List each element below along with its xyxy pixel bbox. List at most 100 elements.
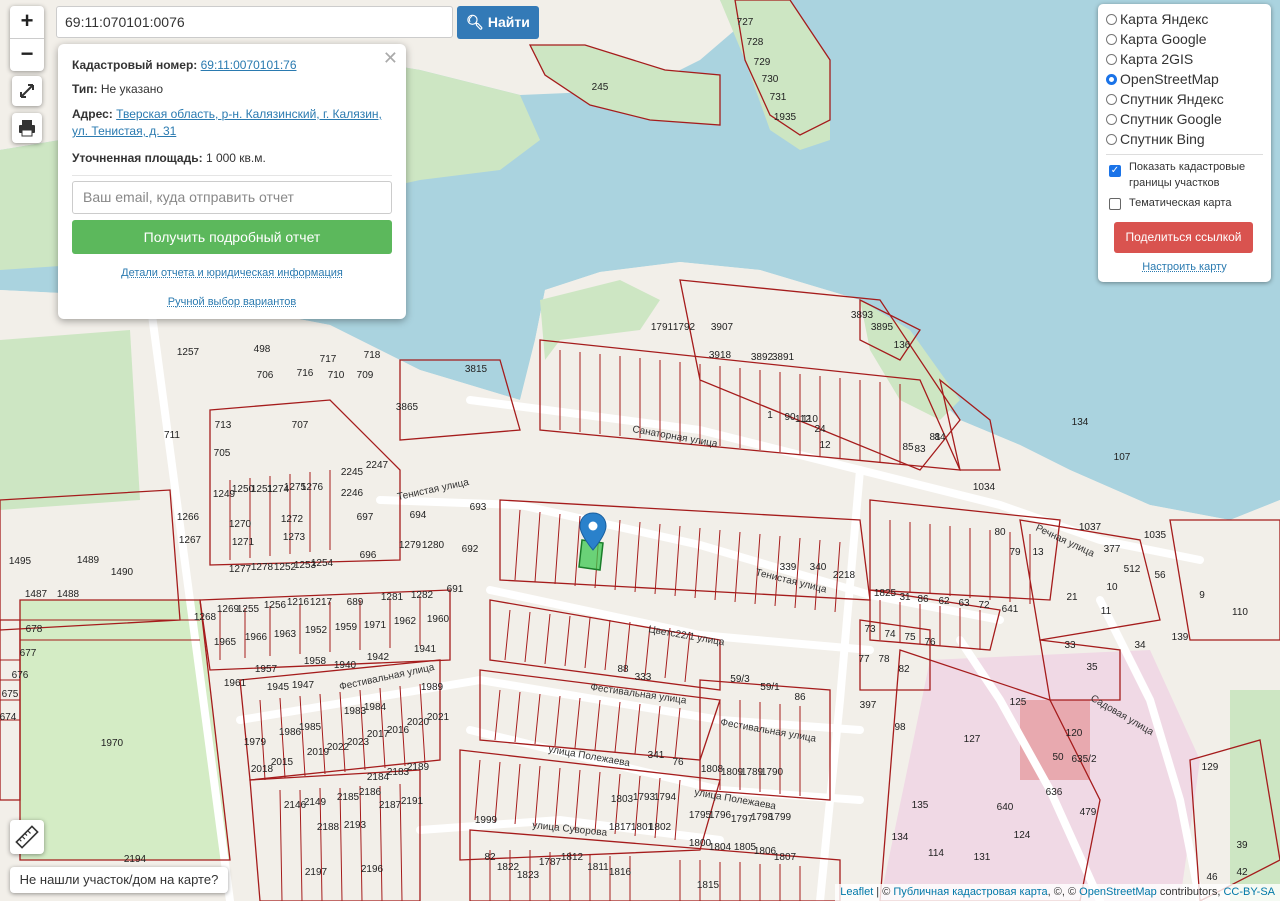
parcel-number: 635/2	[1071, 754, 1096, 765]
parcel-number: 1279	[399, 540, 422, 551]
parcel-number: 730	[762, 74, 779, 85]
parcel-number: 1489	[77, 555, 100, 566]
layer-option-google-satellite[interactable]: Спутник Google	[1106, 109, 1222, 129]
parcel-number: 2015	[271, 757, 294, 768]
parcel-number: 2193	[344, 820, 367, 831]
configure-map-link[interactable]: Настроить карту	[1098, 261, 1271, 273]
parcel-number: 1495	[9, 556, 32, 567]
parcel-number: 1799	[769, 812, 792, 823]
divider	[72, 175, 392, 176]
attribution-text: , ©, ©	[1047, 886, 1080, 898]
parcel-number: 2189	[407, 762, 430, 773]
manual-select-link[interactable]: Ручной выбор вариантов	[58, 296, 406, 308]
parcel-number: 1952	[305, 625, 328, 636]
email-field[interactable]: Ваш email, куда отправить отчет	[72, 181, 392, 214]
parcel-number: 640	[997, 802, 1014, 813]
address-link-line2[interactable]: ул. Тенистая, д. 31	[72, 124, 176, 138]
parcel-number: 1276	[301, 482, 324, 493]
parcel-number: 1787	[539, 857, 562, 868]
get-report-button[interactable]: Получить подробный отчет	[72, 220, 392, 254]
parcel-number: 1281	[381, 592, 404, 603]
parcel-number: 83	[914, 444, 926, 455]
fullscreen-button[interactable]	[12, 76, 42, 106]
address-row: Адрес: Тверская область, р-н. Калязински…	[72, 106, 392, 140]
cadastral-link[interactable]: 69:11:0070101:76	[201, 58, 297, 72]
thematic-map-checkbox[interactable]	[1109, 198, 1121, 210]
thematic-map-label: Тематическая карта	[1129, 197, 1232, 209]
parcel-number: 88	[617, 664, 629, 675]
leaflet-link[interactable]: Leaflet	[840, 886, 873, 898]
layer-label: Спутник Bing	[1120, 131, 1205, 147]
parcel-number: 120	[1066, 728, 1083, 739]
layer-option-google-map[interactable]: Карта Google	[1106, 29, 1207, 49]
parcel-number: 114	[928, 848, 944, 859]
parcel-number: 1034	[973, 482, 996, 493]
not-found-button[interactable]: Не нашли участок/дом на карте?	[10, 867, 228, 893]
report-details-link[interactable]: Детали отчета и юридическая информация	[58, 267, 406, 279]
search-icon: 🔍︎	[466, 14, 484, 30]
attribution-text: | ©	[873, 886, 894, 898]
parcel-number: 1266	[177, 512, 200, 523]
parcel-number: 72	[978, 600, 990, 611]
parcel-number: 1965	[214, 637, 237, 648]
parcel-number: 1989	[421, 682, 444, 693]
parcel-number: 2194	[124, 854, 147, 865]
parcel-number: 79	[1009, 547, 1021, 558]
parcel-number: 1256	[264, 600, 287, 611]
parcel-number: 3918	[709, 350, 732, 361]
parcel-number: 2218	[833, 570, 856, 581]
parcel-number: 340	[810, 562, 827, 573]
parcel-number: 333	[635, 672, 652, 683]
parcel-number: 691	[447, 584, 464, 595]
parcel-number: 42	[1236, 867, 1248, 878]
address-link-line1[interactable]: Тверская область, р-н. Калязинский, г. К…	[116, 107, 382, 121]
pkk-link[interactable]: Публичная кадастровая карта	[893, 886, 1047, 898]
parcel-number: 39	[1236, 840, 1248, 851]
layer-label: Спутник Яндекс	[1120, 91, 1224, 107]
parcel-number: 689	[347, 597, 364, 608]
parcel-number: 716	[297, 368, 314, 379]
parcel-number: 1823	[517, 870, 540, 881]
parcel-number: 9	[1199, 590, 1205, 601]
parcel-number: 2191	[401, 796, 424, 807]
parcel-number: 1216	[287, 597, 310, 608]
layer-option-2gis-map[interactable]: Карта 2GIS	[1106, 49, 1193, 69]
layer-option-bing-satellite[interactable]: Спутник Bing	[1106, 129, 1205, 149]
parcel-number: 75	[904, 632, 916, 643]
osm-link[interactable]: OpenStreetMap	[1079, 886, 1157, 898]
parcel-number: 694	[410, 510, 427, 521]
layer-option-yandex-map[interactable]: Карта Яндекс	[1106, 9, 1208, 29]
print-button[interactable]	[12, 113, 42, 143]
parcel-number: 1985	[299, 722, 322, 733]
layer-option-yandex-satellite[interactable]: Спутник Яндекс	[1106, 89, 1224, 109]
find-button[interactable]: 🔍︎ Найти	[457, 6, 539, 39]
parcel-number: 1487	[25, 589, 48, 600]
show-borders-checkbox[interactable]: ✓	[1109, 165, 1121, 177]
parcel-number: 11	[1101, 606, 1112, 617]
parcel-number: 245	[592, 82, 609, 93]
area-value: 1 000 кв.м.	[205, 151, 266, 165]
parcel-number: 676	[12, 670, 29, 681]
parcel-number: 90	[784, 412, 796, 423]
parcel-number: 98	[894, 722, 906, 733]
zoom-out-button[interactable]: −	[10, 38, 44, 71]
parcel-number: 677	[20, 648, 37, 659]
license-link[interactable]: CC-BY-SA	[1223, 886, 1275, 898]
parcel-number: 31	[899, 592, 911, 603]
share-link-button[interactable]: Поделиться ссылкой	[1114, 222, 1253, 253]
search-input[interactable]: 69:11:070101:0076	[56, 6, 453, 38]
parcel-number: 1791	[651, 322, 674, 333]
parcel-number: 81	[929, 432, 941, 443]
zoom-in-button[interactable]: +	[10, 6, 44, 38]
parcel-number: 2188	[317, 822, 340, 833]
layer-option-openstreetmap[interactable]: OpenStreetMap	[1106, 69, 1219, 89]
parcel-number: 3865	[396, 402, 419, 413]
parcel-number: 339	[780, 562, 797, 573]
parcel-number: 341	[648, 750, 665, 761]
measure-button[interactable]	[10, 820, 44, 854]
parcel-number: 2185	[337, 792, 360, 803]
radio-icon	[1106, 34, 1117, 45]
parcel-number: 696	[360, 550, 377, 561]
parcel-number: 1796	[709, 810, 732, 821]
type-row: Тип: Не указано	[72, 81, 392, 98]
